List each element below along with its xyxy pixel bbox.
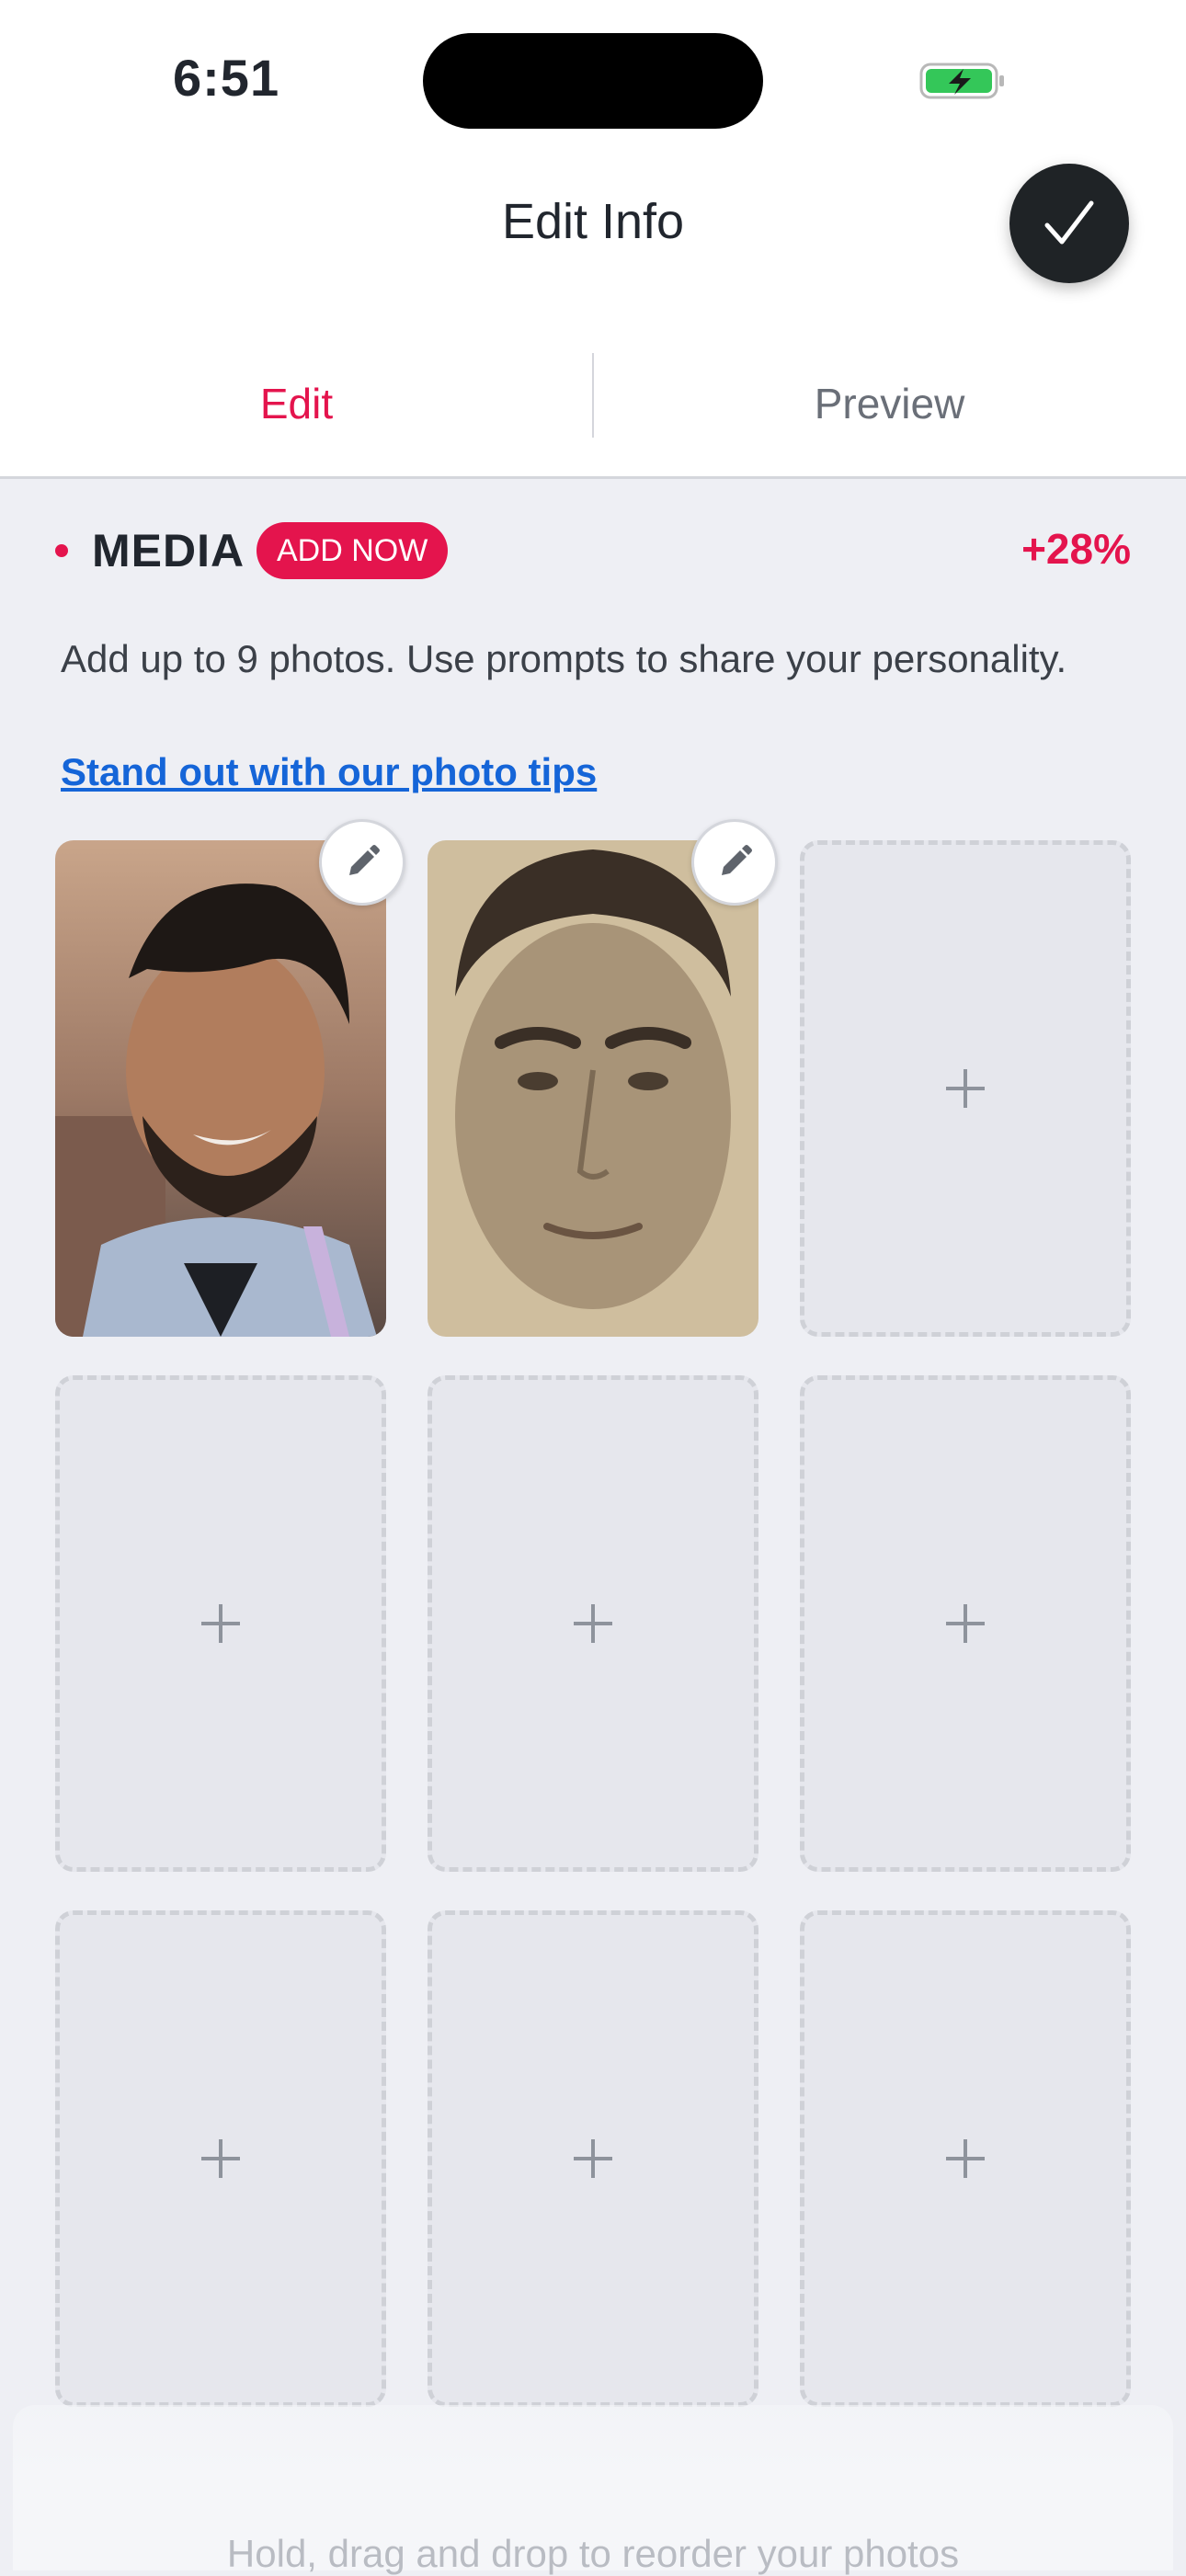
photo-slot-2[interactable] xyxy=(428,840,758,1337)
reorder-hint-panel: Hold, drag and drop to reorder your phot… xyxy=(13,2405,1173,2575)
pencil-icon xyxy=(349,845,380,875)
tab-bar: Edit Preview xyxy=(0,331,1186,479)
add-photo-slot-5[interactable] xyxy=(428,1375,758,1872)
plus-icon xyxy=(946,1069,985,1108)
photo-tips-link[interactable]: Stand out with our photo tips xyxy=(61,750,597,794)
add-photo-slot-8[interactable] xyxy=(428,1910,758,2407)
add-now-badge[interactable]: ADD NOW xyxy=(257,522,449,579)
media-section-title: MEDIA xyxy=(92,525,245,576)
pencil-icon xyxy=(722,845,752,875)
plus-icon xyxy=(201,1604,240,1643)
page-title: Edit Info xyxy=(501,194,685,249)
tab-edit[interactable]: Edit xyxy=(0,331,593,476)
status-bar: 6:51 xyxy=(0,0,1186,147)
add-photo-slot-3[interactable] xyxy=(800,840,1131,1337)
media-description: Add up to 9 photos. Use prompts to share… xyxy=(61,637,1067,680)
header: Edit Info xyxy=(0,147,1186,331)
add-photo-slot-7[interactable] xyxy=(55,1910,386,2407)
plus-icon xyxy=(946,1604,985,1643)
profile-photo-2 xyxy=(428,840,758,1337)
plus-icon xyxy=(201,2139,240,2178)
add-photo-slot-4[interactable] xyxy=(55,1375,386,1872)
add-photo-slot-9[interactable] xyxy=(800,1910,1131,2407)
profile-photo-1 xyxy=(55,840,386,1337)
checkmark-icon xyxy=(1044,200,1094,245)
photo-slot-1[interactable] xyxy=(55,840,386,1337)
edit-photo-1-button[interactable] xyxy=(319,819,405,906)
plus-icon xyxy=(946,2139,985,2178)
media-section-header: MEDIA ADD NOW +28% xyxy=(0,515,1186,585)
tab-preview[interactable]: Preview xyxy=(593,331,1186,476)
profile-boost-percent: +28% xyxy=(1021,525,1131,573)
dynamic-island xyxy=(423,33,763,129)
status-time: 6:51 xyxy=(173,49,280,107)
incomplete-dot-indicator xyxy=(55,544,68,557)
edit-photo-2-button[interactable] xyxy=(691,819,778,906)
reorder-hint-text: Hold, drag and drop to reorder your phot… xyxy=(226,2532,960,2575)
battery-charging-icon xyxy=(919,63,1004,99)
add-photo-slot-6[interactable] xyxy=(800,1375,1131,1872)
plus-icon xyxy=(574,2139,612,2178)
plus-icon xyxy=(574,1604,612,1643)
done-button[interactable] xyxy=(1009,164,1129,283)
